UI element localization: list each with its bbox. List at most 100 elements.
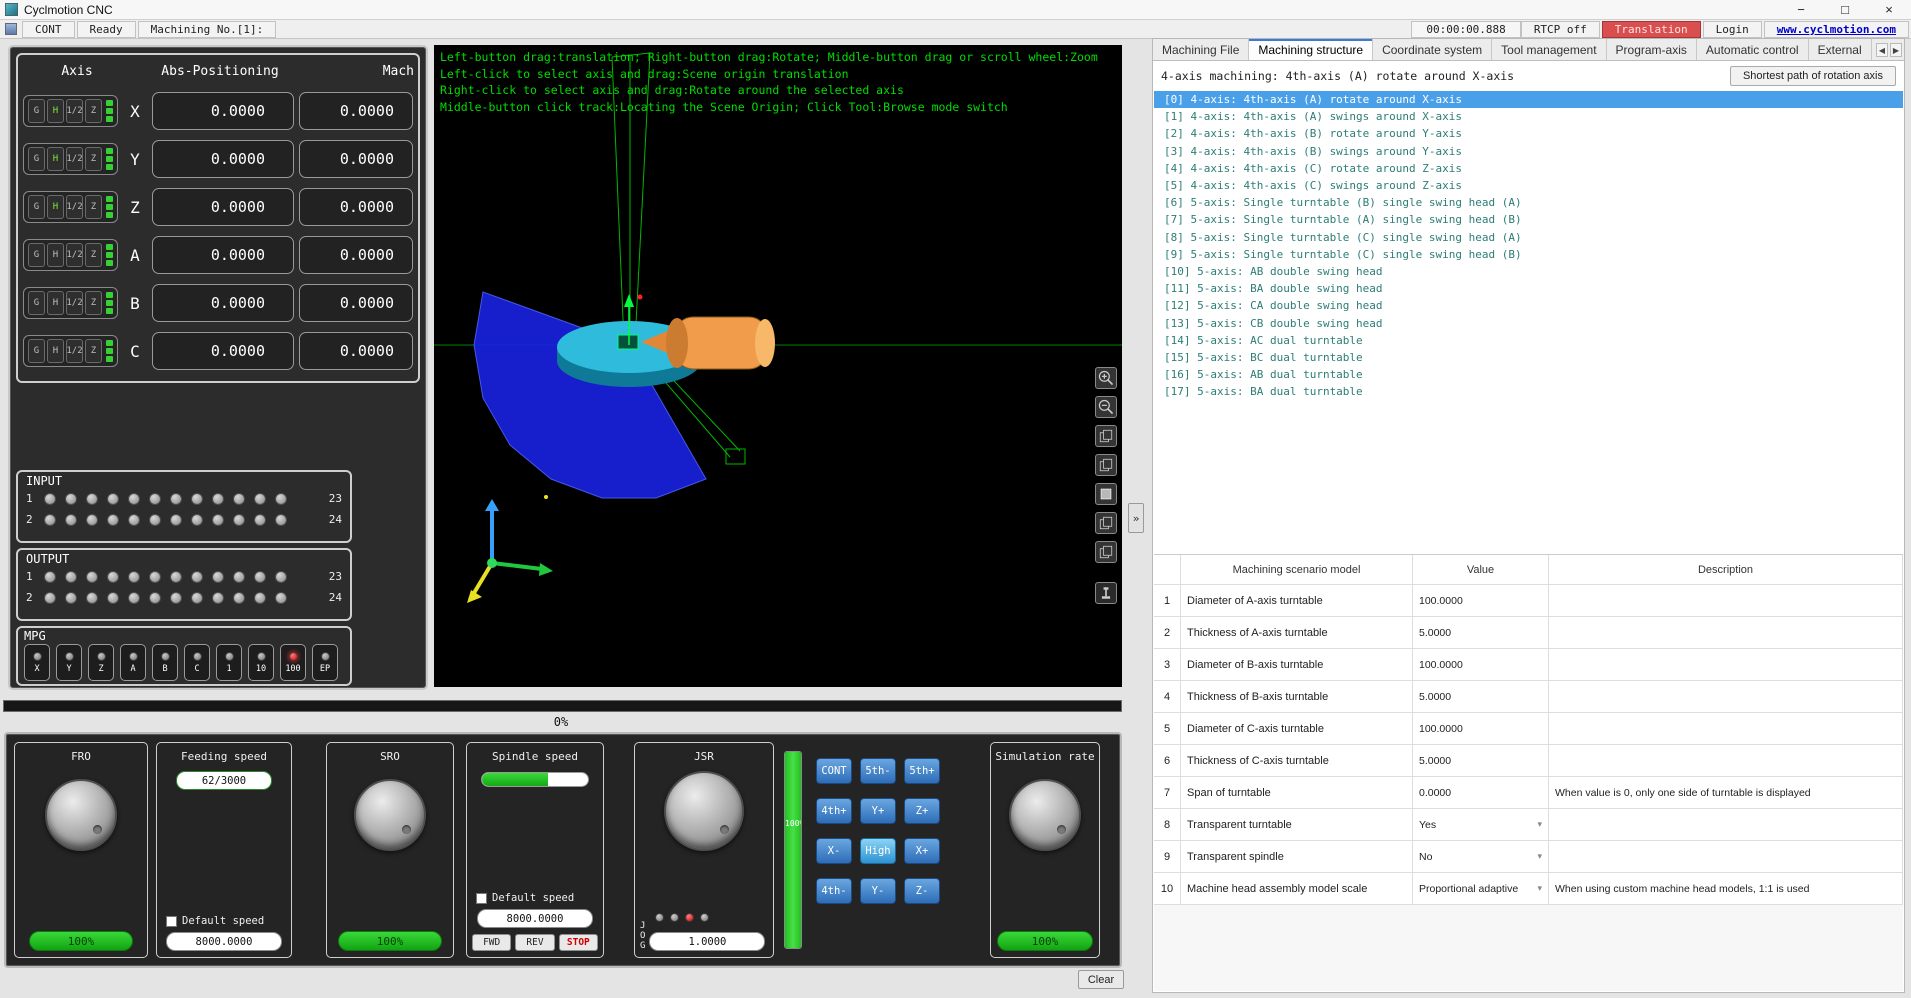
structure-list-item[interactable]: [4] 4-axis: 4th-axis (C) rotate around Z… [1154,160,1903,177]
axis-half-button[interactable]: 1/2 [66,291,83,315]
axis-g-button[interactable]: G [28,147,45,171]
jog-4th-minus-button[interactable]: 4th- [816,878,852,904]
right-panel-expander[interactable]: » [1128,503,1144,533]
jsr-knob[interactable] [664,771,744,851]
mpg-button-x[interactable]: X [24,644,50,681]
jog-x-minus-button[interactable]: X- [816,838,852,864]
structure-list-item[interactable]: [14] 5-axis: AC dual turntable [1154,332,1903,349]
spindle-stop-button[interactable]: STOP [558,934,598,951]
clear-button[interactable]: Clear [1078,970,1124,989]
mpg-button-step-100[interactable]: 100 [280,644,306,681]
axis-z-button[interactable]: Z [85,291,102,315]
view-copy-icon[interactable] [1095,541,1117,563]
scenario-value-dropdown[interactable]: Proportional adaptive ▾ [1413,873,1549,905]
jog-5th-minus-button[interactable]: 5th- [860,758,896,784]
login-button[interactable]: Login [1702,20,1762,38]
tab-scroll-right-icon[interactable]: ▶ [1890,43,1902,57]
rtcp-toggle[interactable]: RTCP off [1520,20,1600,38]
mpg-button-step-10[interactable]: 10 [248,644,274,681]
view-copy-icon[interactable] [1095,425,1117,447]
axis-z-button[interactable]: Z [85,99,102,123]
spindle-default-speed-input[interactable] [477,909,593,928]
structure-list-item[interactable]: [0] 4-axis: 4th-axis (A) rotate around X… [1154,91,1903,109]
axis-half-button[interactable]: 1/2 [66,195,83,219]
solid-view-icon[interactable] [1095,483,1117,505]
jog-z-plus-button[interactable]: Z+ [904,798,940,824]
jog-y-plus-button[interactable]: Y+ [860,798,896,824]
structure-list-item[interactable]: [10] 5-axis: AB double swing head [1154,263,1903,280]
mpg-button-y[interactable]: Y [56,644,82,681]
machine-3d-scene[interactable] [434,45,1122,687]
mpg-button-ep[interactable]: EP [312,644,338,681]
scenario-value[interactable]: 5.0000 [1413,745,1549,777]
default-speed-checkbox[interactable] [476,892,487,904]
scenario-value[interactable]: 5.0000 [1413,681,1549,713]
tab-machining-structure[interactable]: Machining structure [1249,39,1374,60]
axis-g-button[interactable]: G [28,243,45,267]
structure-list-item[interactable]: [13] 5-axis: CB double swing head [1154,314,1903,331]
jog-5th-plus-button[interactable]: 5th+ [904,758,940,784]
jog-cont-button[interactable]: CONT [816,758,852,784]
maximize-button[interactable]: □ [1823,0,1867,19]
scenario-value[interactable]: 0.0000 [1413,777,1549,809]
chevron-down-icon[interactable]: ▾ [1537,851,1542,862]
axis-h-button[interactable]: H [47,339,64,363]
chevron-down-icon[interactable]: ▾ [1537,819,1542,830]
structure-list-item[interactable]: [17] 5-axis: BA dual turntable [1154,383,1903,400]
scenario-value-dropdown[interactable]: No ▾ [1413,841,1549,873]
view-copy-icon[interactable] [1095,512,1117,534]
mpg-button-z[interactable]: Z [88,644,114,681]
tab-external[interactable]: External [1809,39,1872,60]
shortest-path-button[interactable]: Shortest path of rotation axis [1729,66,1896,86]
structure-list-item[interactable]: [16] 5-axis: AB dual turntable [1154,366,1903,383]
structure-list-item[interactable]: [11] 5-axis: BA double swing head [1154,280,1903,297]
close-button[interactable]: × [1867,0,1911,19]
structure-list-item[interactable]: [9] 5-axis: Single turntable (C) single … [1154,246,1903,263]
scenario-value-dropdown[interactable]: Yes ▾ [1413,809,1549,841]
structure-list-item[interactable]: [3] 4-axis: 4th-axis (B) swings around Y… [1154,143,1903,160]
axis-g-button[interactable]: G [28,291,45,315]
jog-y-minus-button[interactable]: Y- [860,878,896,904]
translation-button[interactable]: Translation [1601,20,1701,38]
scenario-value[interactable]: 5.0000 [1413,617,1549,649]
axis-z-button[interactable]: Z [85,147,102,171]
website-link[interactable]: www.cyclmotion.com [1763,20,1909,38]
sro-knob[interactable] [354,779,426,851]
scenario-value[interactable]: 100.0000 [1413,585,1549,617]
tab-scroll-left-icon[interactable]: ◀ [1876,43,1888,57]
axis-g-button[interactable]: G [28,99,45,123]
tab-machining-file[interactable]: Machining File [1153,39,1250,60]
structure-list-item[interactable]: [15] 5-axis: BC dual turntable [1154,349,1903,366]
axis-h-button[interactable]: H [47,243,64,267]
scenario-value[interactable]: 100.0000 [1413,713,1549,745]
tab-automatic-control[interactable]: Automatic control [1697,39,1809,60]
view-copy-icon[interactable] [1095,454,1117,476]
mpg-button-step-1[interactable]: 1 [216,644,242,681]
structure-list-item[interactable]: [7] 5-axis: Single turntable (A) single … [1154,211,1903,228]
axis-z-button[interactable]: Z [85,195,102,219]
axis-half-button[interactable]: 1/2 [66,147,83,171]
feeding-speed-input[interactable] [176,771,272,790]
tab-coordinate-system[interactable]: Coordinate system [1373,39,1493,60]
spindle-fwd-button[interactable]: FWD [472,934,512,951]
structure-list-item[interactable]: [2] 4-axis: 4th-axis (B) rotate around Y… [1154,125,1903,142]
structure-list-item[interactable]: [12] 5-axis: CA double swing head [1154,297,1903,314]
feeding-default-speed-input[interactable] [166,932,282,951]
structure-list-item[interactable]: [6] 5-axis: Single turntable (B) single … [1154,194,1903,211]
mpg-button-c[interactable]: C [184,644,210,681]
spindle-rev-button[interactable]: REV [515,934,555,951]
simulation-rate-knob[interactable] [1009,779,1081,851]
mpg-button-b[interactable]: B [152,644,178,681]
structure-list-item[interactable]: [1] 4-axis: 4th-axis (A) swings around X… [1154,108,1903,125]
zoom-out-icon[interactable] [1095,396,1117,418]
axis-g-button[interactable]: G [28,195,45,219]
mpg-button-a[interactable]: A [120,644,146,681]
tab-tool-management[interactable]: Tool management [1492,39,1607,60]
structure-list-item[interactable]: [5] 4-axis: 4th-axis (C) swings around Z… [1154,177,1903,194]
default-speed-checkbox[interactable] [166,915,177,927]
jog-4th-plus-button[interactable]: 4th+ [816,798,852,824]
minimize-button[interactable]: − [1779,0,1823,19]
axis-half-button[interactable]: 1/2 [66,99,83,123]
machine-3d-viewport[interactable]: Left-button drag:translation; Right-butt… [434,45,1122,687]
fro-knob[interactable] [45,779,117,851]
